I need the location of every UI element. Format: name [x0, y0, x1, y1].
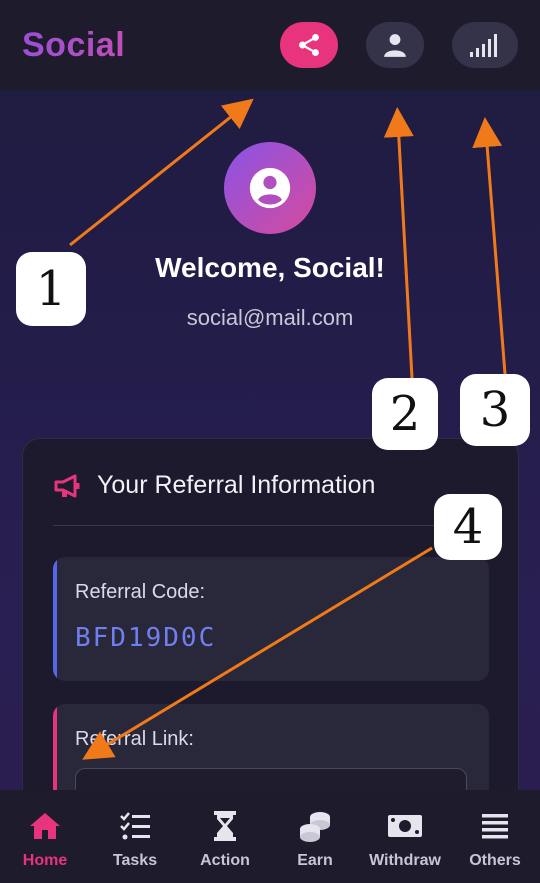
top-header: Social — [0, 0, 540, 90]
tasks-icon — [120, 812, 150, 840]
app-screen: Social Welcome, Social! social@mail.com … — [0, 0, 540, 883]
nav-label: Withdraw — [369, 852, 441, 869]
nav-item-others[interactable]: Others — [450, 790, 540, 883]
signal-icon — [470, 34, 497, 57]
profile-avatar — [224, 142, 316, 234]
annotation-label-3: 3 — [460, 374, 530, 446]
money-icon — [388, 815, 422, 837]
user-icon — [384, 34, 406, 57]
referral-card-title: Your Referral Information — [97, 471, 376, 499]
megaphone-icon — [54, 474, 80, 497]
nav-label: Earn — [297, 852, 333, 869]
coins-icon — [300, 812, 330, 842]
referral-card-header: Your Referral Information — [53, 471, 375, 500]
brand-title: Social — [22, 25, 126, 64]
user-circle-icon — [249, 167, 291, 209]
nav-label: Action — [200, 852, 250, 869]
nav-item-earn[interactable]: Earn — [270, 790, 360, 883]
annotation-label-2: 2 — [372, 378, 438, 450]
share-button[interactable] — [280, 22, 338, 68]
share-icon — [299, 33, 319, 57]
referral-code-box: Referral Code: BFD19D0C — [53, 557, 489, 681]
nav-item-withdraw[interactable]: Withdraw — [360, 790, 450, 883]
nav-item-home[interactable]: Home — [0, 790, 90, 883]
menu-icon — [482, 814, 508, 839]
referral-code-value[interactable]: BFD19D0C — [75, 623, 216, 653]
divider — [53, 525, 491, 526]
accent-bar — [53, 557, 57, 681]
nav-label: Others — [469, 852, 521, 869]
signal-button[interactable] — [452, 22, 518, 68]
profile-button[interactable] — [366, 22, 424, 68]
arrow-2 — [383, 107, 414, 379]
nav-item-tasks[interactable]: Tasks — [90, 790, 180, 883]
referral-link-label: Referral Link: — [75, 728, 194, 750]
hourglass-icon — [214, 811, 236, 841]
annotation-label-4: 4 — [434, 494, 502, 560]
arrow-1 — [69, 98, 254, 247]
home-icon — [30, 813, 60, 839]
nav-label: Tasks — [112, 852, 158, 869]
referral-code-label: Referral Code: — [75, 581, 206, 603]
annotation-label-1: 1 — [16, 252, 86, 326]
nav-label: Home — [22, 852, 68, 869]
bottom-nav: Home Tasks Action Earn Withdraw Others — [0, 790, 540, 883]
nav-item-action[interactable]: Action — [180, 790, 270, 883]
